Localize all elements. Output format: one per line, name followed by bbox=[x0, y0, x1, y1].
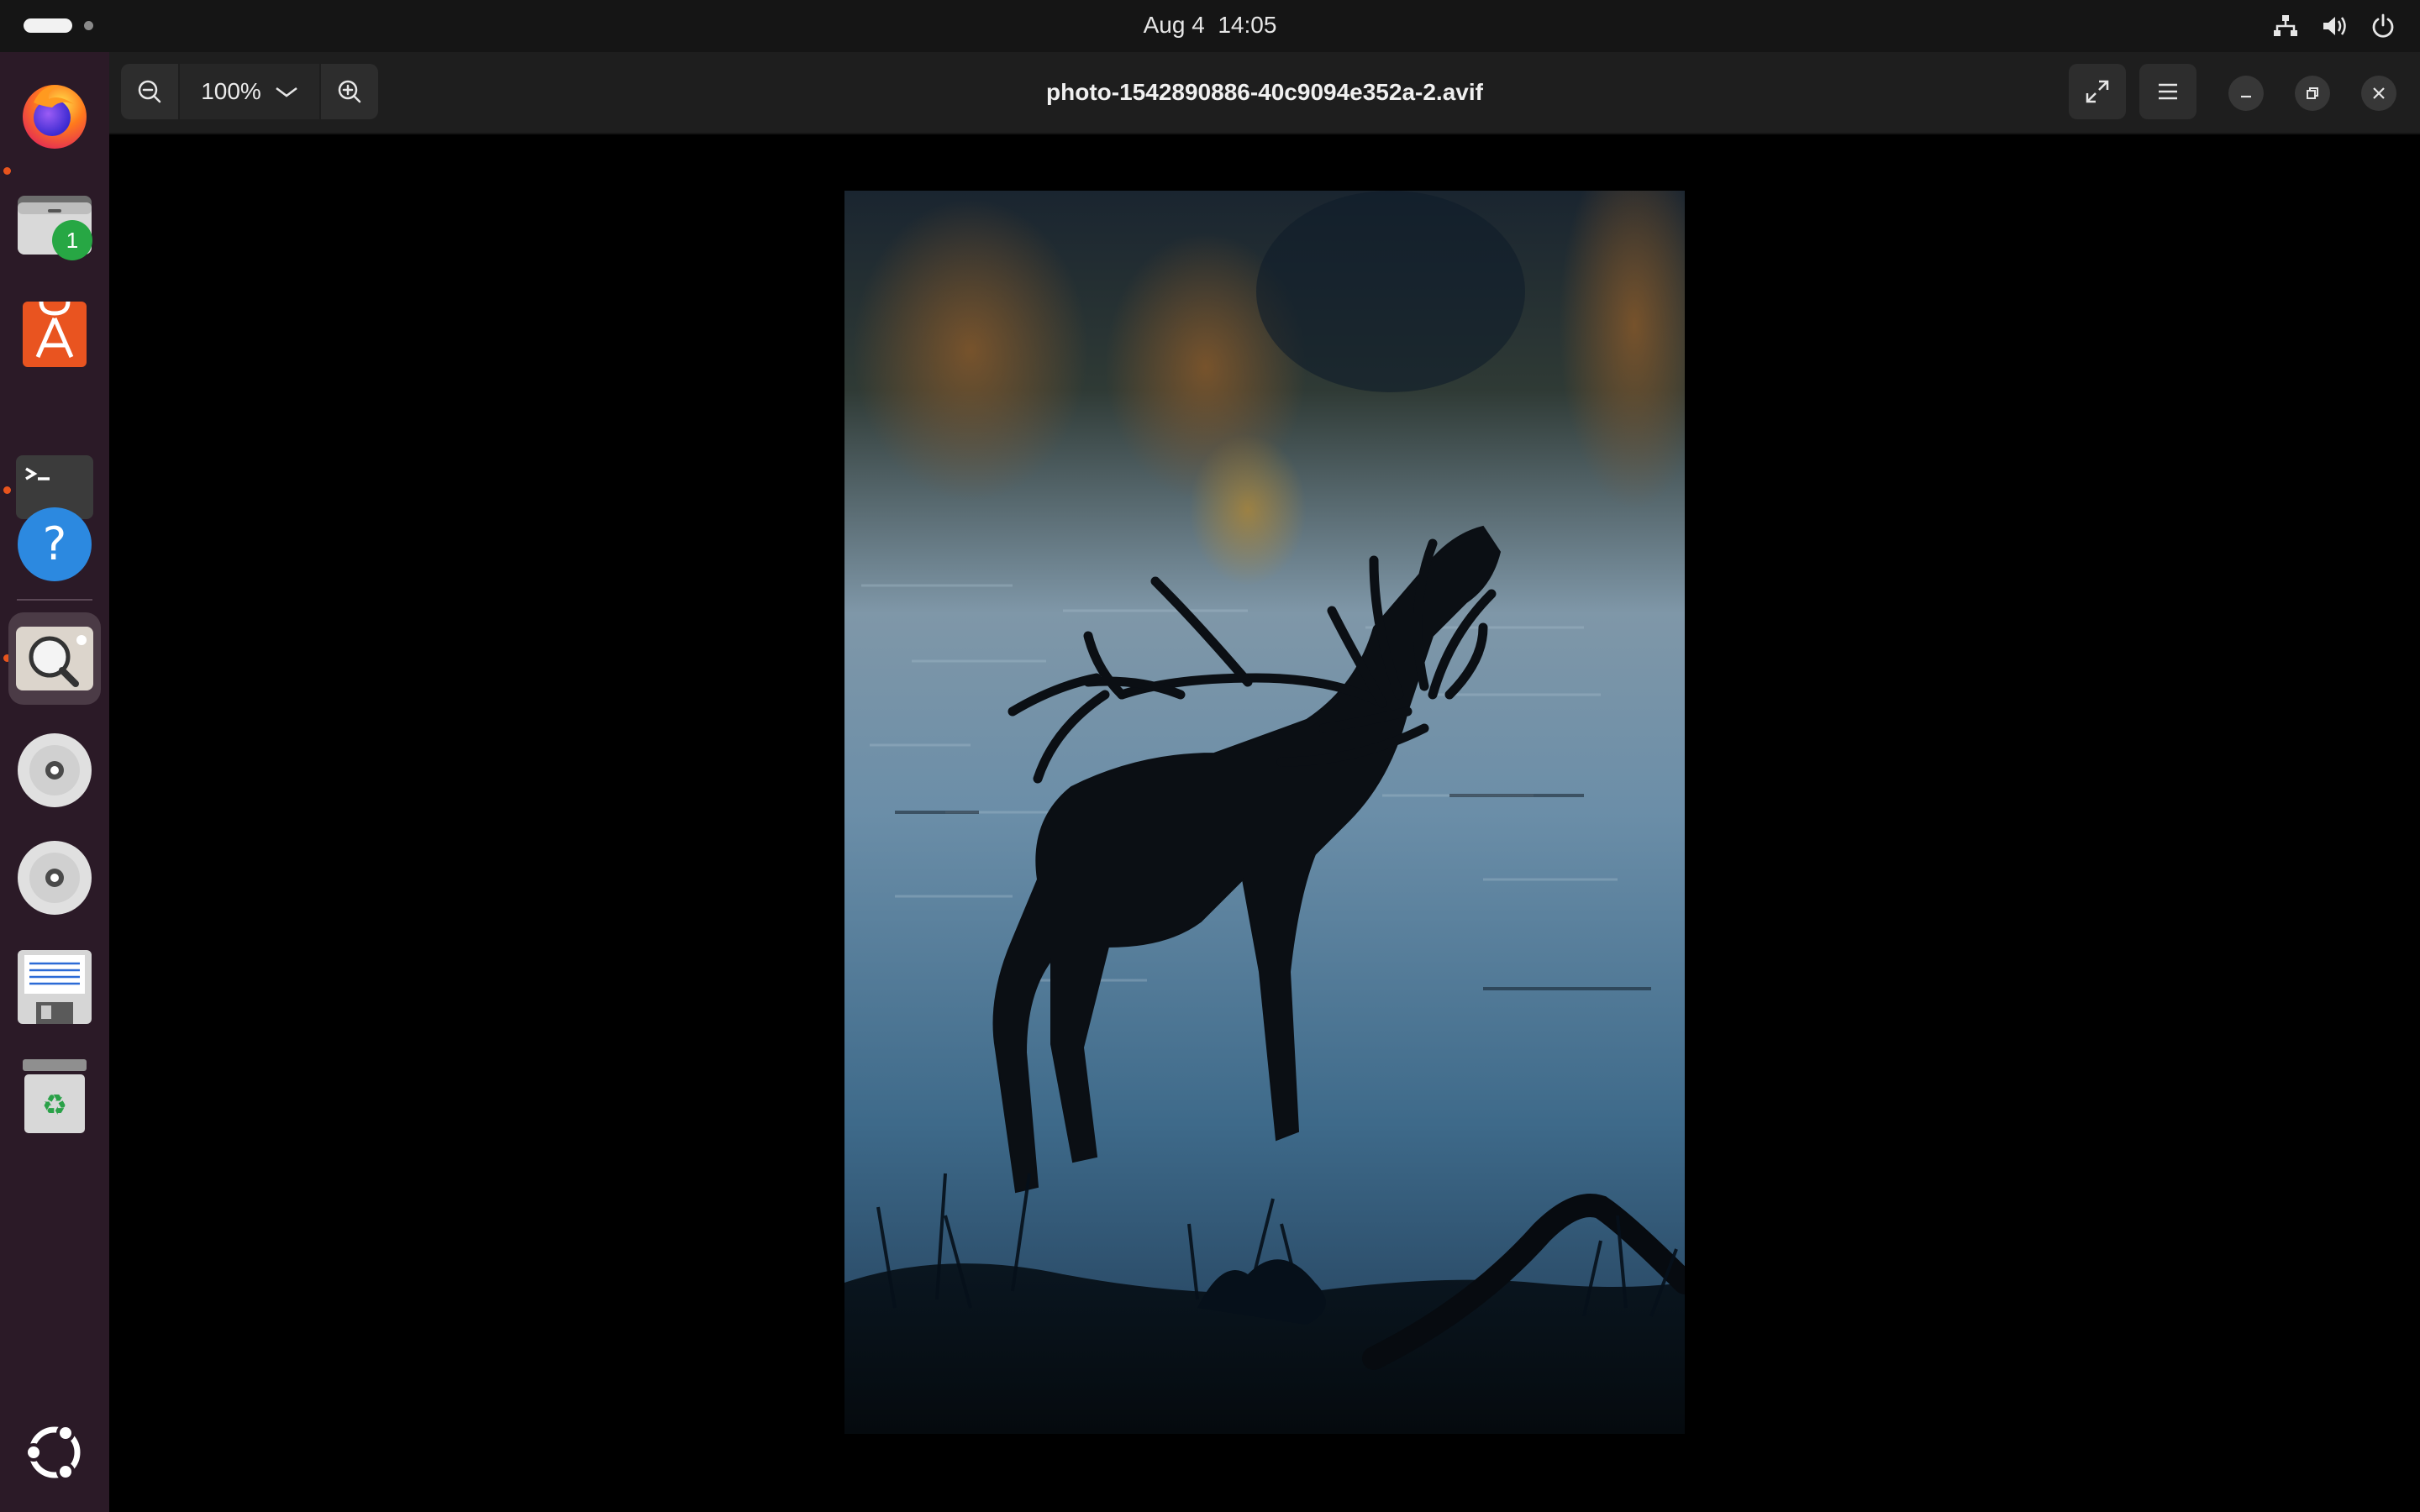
restore-icon bbox=[2307, 87, 2318, 99]
volume-icon[interactable] bbox=[2319, 11, 2349, 41]
help-icon: ? bbox=[18, 507, 92, 581]
network-icon[interactable] bbox=[2270, 11, 2301, 41]
fullscreen-icon bbox=[2086, 80, 2109, 103]
trash-icon: ♻ bbox=[23, 1059, 87, 1133]
floppy-icon bbox=[18, 950, 92, 1024]
minimize-button[interactable] bbox=[2228, 76, 2264, 111]
chevron-down-icon bbox=[276, 87, 297, 97]
zoom-level-dropdown[interactable]: 100% bbox=[180, 64, 319, 119]
svg-text:♻: ♻ bbox=[42, 1089, 67, 1122]
zoom-out-icon bbox=[138, 80, 161, 103]
ubuntu-logo-icon bbox=[24, 1424, 81, 1481]
top-bar: Aug 4 14:05 bbox=[0, 0, 2420, 52]
zoom-in-icon bbox=[338, 80, 361, 103]
dock-image-viewer[interactable] bbox=[8, 612, 101, 705]
displayed-photo[interactable] bbox=[844, 191, 1685, 1434]
dock-files[interactable] bbox=[8, 176, 101, 269]
dock-firefox[interactable] bbox=[8, 69, 101, 161]
svg-text:?: ? bbox=[43, 517, 67, 570]
dock-disc-2[interactable] bbox=[8, 832, 101, 924]
clock[interactable]: Aug 4 14:05 bbox=[0, 0, 2420, 52]
disc-icon bbox=[18, 733, 92, 807]
power-icon[interactable] bbox=[2368, 11, 2398, 41]
clock-date: Aug 4 bbox=[1143, 12, 1205, 38]
dock-trash[interactable]: ♻ bbox=[8, 1050, 101, 1142]
dock-save[interactable] bbox=[8, 941, 101, 1033]
fullscreen-button[interactable] bbox=[2069, 64, 2126, 119]
zoom-level-value: 100% bbox=[201, 78, 261, 104]
system-tray[interactable] bbox=[2270, 11, 2398, 41]
dock-help[interactable]: ? bbox=[8, 498, 101, 591]
show-apps-button[interactable] bbox=[8, 1406, 101, 1499]
app-center-icon bbox=[23, 301, 87, 367]
workspace-dot bbox=[84, 21, 93, 30]
restore-button[interactable] bbox=[2295, 76, 2330, 111]
zoom-out-button[interactable] bbox=[121, 64, 178, 119]
files-notification-badge: 1 bbox=[52, 220, 92, 260]
viewer-header-bar: 100% photo-1542890886-40c9094e352a-2.avi… bbox=[109, 52, 2420, 134]
dock-disc-1[interactable] bbox=[8, 724, 101, 816]
close-icon bbox=[2373, 87, 2385, 99]
dock: 1 ? ♻ bbox=[0, 52, 109, 1512]
workspace-pill-active bbox=[24, 18, 72, 33]
image-viewer-icon bbox=[16, 627, 93, 690]
disc-icon bbox=[18, 841, 92, 915]
minimize-icon bbox=[2241, 95, 2251, 98]
dock-app-center[interactable] bbox=[8, 285, 101, 377]
clock-time: 14:05 bbox=[1218, 12, 1277, 38]
close-button[interactable] bbox=[2361, 76, 2396, 111]
files-running-indicator bbox=[3, 167, 11, 175]
menu-icon bbox=[2159, 83, 2177, 100]
firefox-icon bbox=[23, 85, 87, 149]
dock-separator bbox=[17, 599, 92, 601]
zoom-in-button[interactable] bbox=[321, 64, 378, 119]
main-menu-button[interactable] bbox=[2139, 64, 2196, 119]
